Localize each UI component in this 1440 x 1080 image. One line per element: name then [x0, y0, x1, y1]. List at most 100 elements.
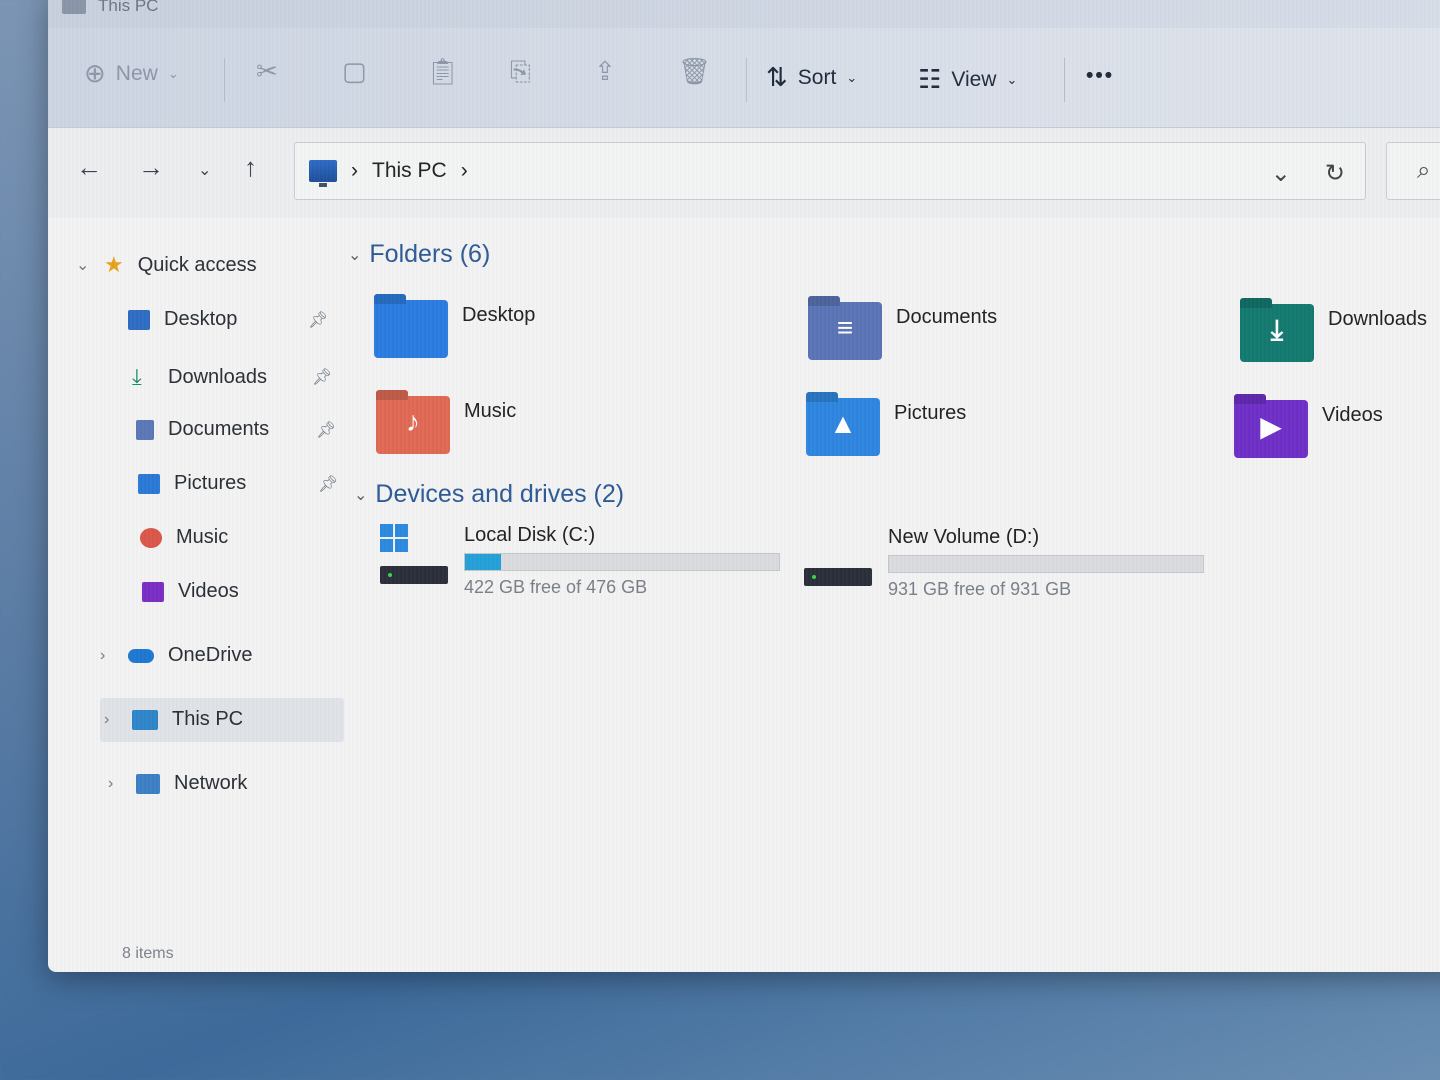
downloads-folder-icon: ⤓ [1240, 304, 1314, 362]
this-pc-icon [62, 0, 86, 14]
section-title: Folders (6) [369, 240, 491, 268]
clipboard-icon: 📋︎ [426, 56, 460, 86]
copy-icon: ▢ [342, 56, 367, 86]
breadcrumb-separator-icon: › [351, 159, 358, 182]
address-bar[interactable]: › This PC › ⌄ ↻ [294, 142, 1366, 200]
sidebar-item-this-pc[interactable]: › This PC [104, 708, 243, 731]
expand-chevron-icon[interactable]: › [100, 647, 114, 665]
folder-label: Music [464, 400, 517, 422]
search-icon: ⌕ [1417, 157, 1431, 184]
view-list-icon: ☷ [918, 64, 942, 94]
window-title: This PC [98, 0, 159, 15]
address-actions: ⌄ ↻ [1271, 159, 1345, 188]
view-button-label: View [951, 67, 997, 91]
trash-icon: 🗑︎ [678, 56, 712, 86]
monitor-icon [132, 709, 158, 730]
documents-folder-icon: ≡ [808, 302, 882, 360]
folder-videos[interactable]: ▶ Videos [1234, 400, 1383, 458]
drive-usage-bar [888, 555, 1204, 573]
folder-pictures[interactable]: ▲ Pictures [806, 398, 966, 456]
new-button[interactable]: ⊕ New ⌄ [84, 58, 179, 89]
expand-chevron-icon[interactable]: › [104, 711, 118, 729]
view-button[interactable]: ☷ View ⌄ [918, 64, 1017, 95]
sort-button[interactable]: ⇅ Sort ⌄ [766, 62, 857, 93]
back-arrow-icon[interactable]: ← [76, 152, 102, 183]
sidebar-item-label: OneDrive [168, 644, 253, 666]
sidebar-item-label: Downloads [168, 365, 267, 388]
folder-label: Videos [1322, 404, 1383, 426]
chevron-down-icon: ⌄ [1006, 71, 1018, 87]
share-button[interactable]: ⇪ [594, 56, 616, 87]
network-icon [136, 773, 160, 794]
rename-button[interactable]: ⎘ [510, 56, 531, 88]
pin-icon: 📌︎ [318, 475, 339, 493]
sidebar-item-label: Documents [168, 418, 270, 440]
sidebar-item-desktop[interactable]: Desktop 📌︎ [128, 308, 328, 331]
rename-icon: ⎘ [510, 56, 531, 86]
star-icon: ★ [104, 252, 124, 277]
up-arrow-icon[interactable]: ↑ [244, 152, 257, 183]
breadcrumb-this-pc[interactable]: This PC [372, 159, 447, 183]
drive-free-space: 931 GB free of 931 GB [888, 579, 1072, 599]
cloud-icon [128, 648, 154, 663]
search-box[interactable]: ⌕ [1386, 142, 1440, 200]
drives-section-header[interactable]: ⌄ Devices and drives (2) [354, 480, 624, 509]
copy-button[interactable]: ▢ [342, 56, 367, 87]
folder-desktop[interactable]: Desktop [374, 300, 535, 358]
sidebar-quick-access[interactable]: ⌄ ★ Quick access [76, 252, 257, 278]
sidebar-item-music[interactable]: Music [140, 526, 228, 549]
breadcrumb-separator-icon[interactable]: › [461, 159, 468, 183]
sidebar-item-label: Desktop [164, 308, 238, 330]
folder-label: Documents [896, 306, 998, 328]
expand-chevron-icon[interactable]: › [108, 775, 122, 793]
sidebar-item-pictures[interactable]: Pictures 📌︎ [138, 472, 338, 495]
sidebar-item-documents[interactable]: Documents 📌︎ [136, 418, 336, 441]
music-folder-icon: ♪ [376, 396, 450, 454]
cut-button[interactable]: ✂ [256, 56, 278, 87]
delete-button[interactable]: 🗑︎ [678, 56, 711, 87]
monitor-icon [309, 160, 337, 187]
collapse-chevron-icon: ⌄ [354, 486, 368, 504]
drive-name: New Volume (D:) [888, 526, 1040, 548]
sidebar-item-downloads[interactable]: ⤓ Downloads 📌︎ [132, 364, 332, 390]
scissors-icon: ✂ [256, 56, 278, 86]
sidebar-item-label: Pictures [174, 472, 247, 494]
expand-chevron-icon[interactable]: ⌄ [76, 255, 90, 275]
address-history-chevron-icon[interactable]: ⌄ [1271, 159, 1291, 188]
recent-locations-chevron-icon[interactable]: ⌄ [198, 160, 211, 180]
toolbar-divider [224, 58, 225, 102]
folder-label: Downloads [1328, 308, 1427, 330]
status-item-count: 8 items [122, 945, 174, 962]
drive-local-disk-c[interactable]: Local Disk (C:) 422 GB free of 476 GB [380, 524, 780, 598]
sidebar-item-network[interactable]: › Network [108, 772, 247, 795]
sidebar-item-videos[interactable]: Videos [142, 580, 239, 603]
windows-drive-icon [380, 524, 450, 584]
hard-drive-icon [804, 526, 874, 586]
music-icon [140, 527, 162, 548]
folder-downloads[interactable]: ⤓ Downloads [1240, 304, 1427, 362]
desktop-folder-icon [374, 300, 448, 358]
chevron-down-icon: ⌄ [846, 69, 858, 85]
chevron-down-icon: ⌄ [167, 65, 179, 81]
sort-button-label: Sort [797, 65, 837, 89]
folder-music[interactable]: ♪ Music [376, 396, 516, 454]
folders-section-header[interactable]: ⌄ Folders (6) [348, 240, 490, 269]
videos-folder-icon: ▶ [1234, 400, 1308, 458]
sort-arrows-icon: ⇅ [766, 62, 788, 92]
refresh-icon[interactable]: ↻ [1325, 159, 1345, 188]
sidebar-item-onedrive[interactable]: › OneDrive [100, 644, 252, 667]
title-bar: This PC [48, 0, 1440, 28]
pin-icon: 📌︎ [316, 421, 337, 439]
drive-new-volume-d[interactable]: New Volume (D:) 931 GB free of 931 GB [804, 526, 1204, 600]
see-more-button[interactable]: ••• [1086, 64, 1114, 88]
file-explorer-window: This PC ⊕ New ⌄ ✂ ▢ 📋︎ ⎘ ⇪ 🗑︎ ⇅ Sort ⌄ ☷… [48, 0, 1440, 972]
sidebar-item-label: Videos [178, 580, 239, 602]
content-pane: ⌄ Folders (6) Desktop ≡ Documents ⤓ Down… [348, 218, 1440, 958]
drive-free-space: 422 GB free of 476 GB [464, 577, 648, 597]
paste-button[interactable]: 📋︎ [426, 56, 459, 87]
section-title: Devices and drives (2) [375, 480, 625, 508]
navigation-bar: ← → ⌄ ↑ › This PC › ⌄ ↻ ⌕ [48, 128, 1440, 218]
forward-arrow-icon[interactable]: → [138, 152, 164, 183]
pictures-icon [138, 473, 160, 494]
folder-documents[interactable]: ≡ Documents [808, 302, 997, 360]
